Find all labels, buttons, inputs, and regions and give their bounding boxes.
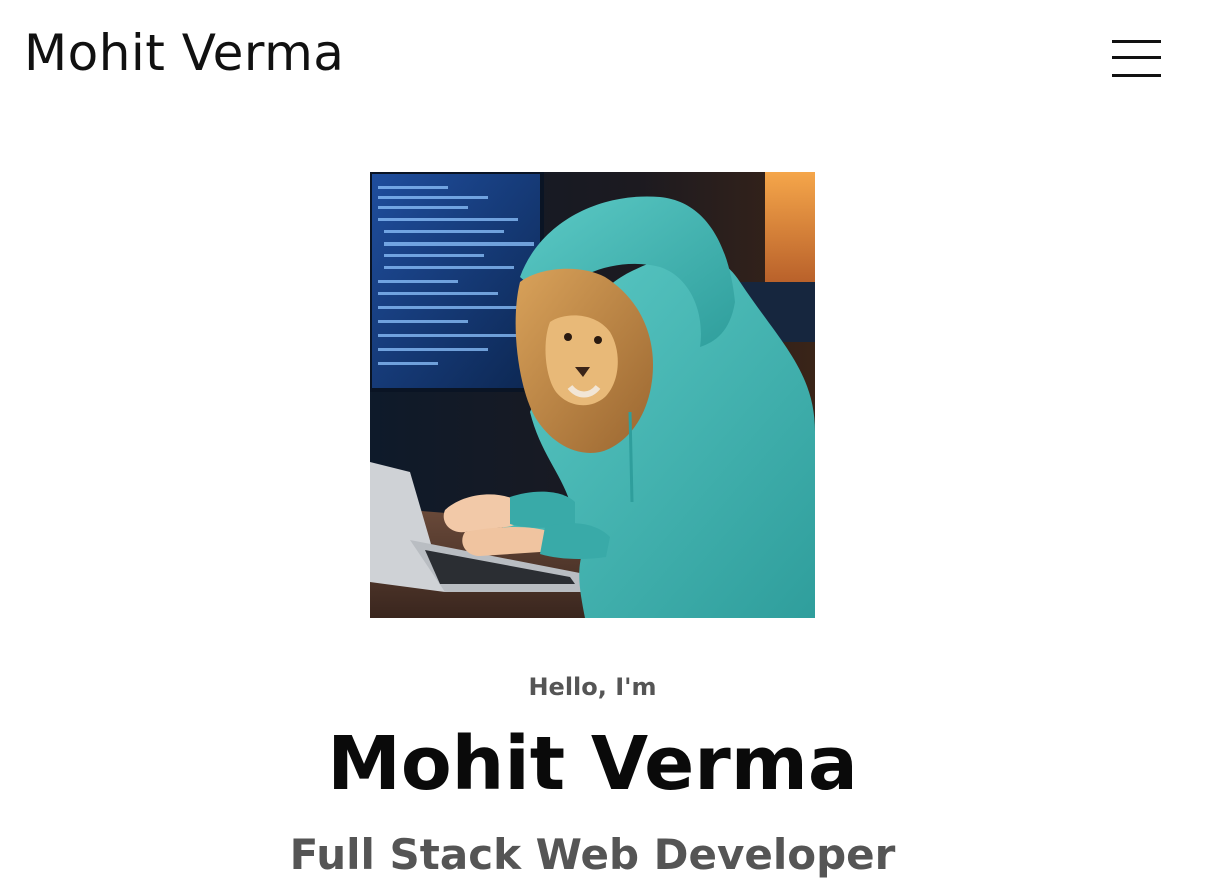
profile-picture	[370, 172, 815, 618]
hamburger-line-middle	[1112, 56, 1161, 59]
hamburger-line-top	[1112, 40, 1161, 43]
hero-name: Mohit Verma	[327, 721, 858, 807]
profile-illustration	[370, 172, 815, 618]
hamburger-line-bottom	[1112, 74, 1161, 77]
site-logo[interactable]: Mohit Verma	[24, 26, 344, 81]
top-navbar: Mohit Verma	[0, 0, 1232, 120]
greeting-text: Hello, I'm	[528, 673, 657, 701]
job-title: Full Stack Web Developer	[289, 830, 896, 879]
hamburger-menu-icon[interactable]	[1112, 38, 1162, 80]
